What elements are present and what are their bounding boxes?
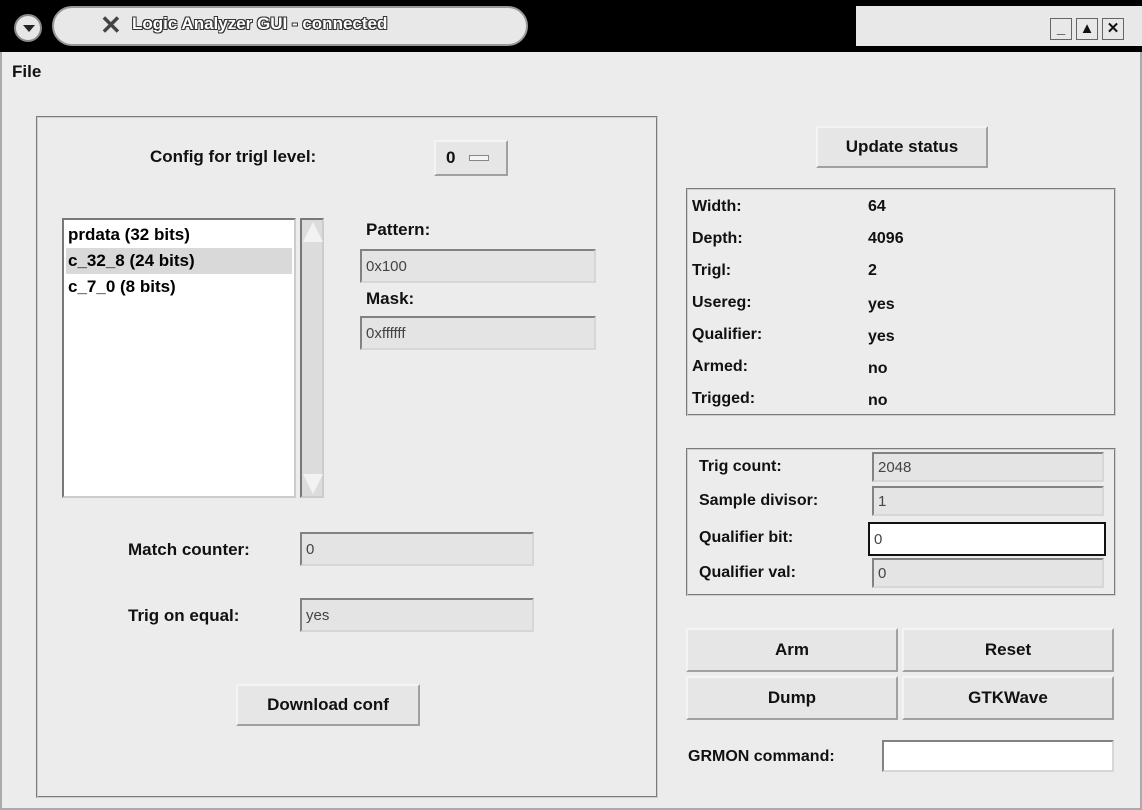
qualifier-val-input[interactable] (872, 558, 1104, 588)
x-logo-icon: ✕ (100, 10, 122, 40)
close-icon[interactable]: ✕ (1102, 18, 1124, 40)
match-counter-label: Match counter: (128, 540, 250, 559)
status-label-width: Width: (692, 198, 742, 215)
window-menu-button[interactable] (14, 14, 42, 42)
main-window: File Config for trigl level: 0 prdata (3… (0, 52, 1142, 810)
status-label-depth: Depth: (692, 230, 743, 247)
maximize-icon[interactable]: ▲ (1076, 18, 1098, 40)
listbox-scrollbar[interactable] (300, 218, 324, 498)
sample-divisor-label: Sample divisor: (699, 492, 819, 509)
scroll-down-icon[interactable] (303, 474, 323, 494)
status-value-qualifier: yes (868, 328, 895, 345)
title-right-strip (856, 6, 1142, 46)
status-label-qualifier: Qualifier: (692, 326, 763, 343)
status-label-usereg: Usereg: (692, 294, 752, 311)
download-conf-button[interactable]: Download conf (236, 684, 420, 726)
update-status-button[interactable]: Update status (816, 126, 988, 168)
trig-on-equal-label: Trig on equal: (128, 606, 240, 625)
status-value-trigl: 2 (868, 262, 877, 279)
title-bar: ✕ Logic Analyzer GUI - connected _ ▲ ✕ (0, 0, 1142, 52)
mask-input[interactable] (360, 316, 596, 350)
list-item[interactable]: prdata (32 bits) (66, 222, 292, 248)
grmon-command-input[interactable] (882, 740, 1114, 772)
trig-count-input[interactable] (872, 452, 1104, 482)
match-counter-input[interactable] (300, 532, 534, 566)
list-item[interactable]: c_7_0 (8 bits) (66, 274, 292, 300)
window-title: Logic Analyzer GUI - connected (132, 14, 388, 33)
minimize-icon[interactable]: _ (1050, 18, 1072, 40)
option-indicator-icon (469, 155, 490, 161)
file-menu[interactable]: File (12, 62, 41, 82)
status-value-trigged: no (868, 392, 888, 409)
status-label-armed: Armed: (692, 358, 749, 375)
status-label-trigl: Trigl: (692, 262, 732, 279)
pattern-label: Pattern: (366, 220, 431, 239)
pattern-input[interactable] (360, 249, 596, 283)
status-label-trigged: Trigged: (692, 390, 756, 407)
trig-on-equal-input[interactable] (300, 598, 534, 632)
trig-count-label: Trig count: (699, 458, 782, 475)
signal-listbox[interactable]: prdata (32 bits) c_32_8 (24 bits) c_7_0 … (62, 218, 296, 498)
qualifier-bit-label: Qualifier bit: (699, 529, 794, 546)
qualifier-bit-input[interactable] (868, 522, 1106, 556)
mask-label: Mask: (366, 289, 415, 308)
trig-level-value: 0 (446, 148, 456, 167)
status-value-depth: 4096 (868, 230, 904, 247)
dump-button[interactable]: Dump (686, 676, 898, 720)
scroll-up-icon[interactable] (303, 222, 323, 242)
qualifier-val-label: Qualifier val: (699, 564, 796, 581)
gtkwave-button[interactable]: GTKWave (902, 676, 1114, 720)
sample-divisor-input[interactable] (872, 486, 1104, 516)
trig-level-menubutton[interactable]: 0 (434, 140, 508, 176)
reset-button[interactable]: Reset (902, 628, 1114, 672)
status-value-armed: no (868, 360, 888, 377)
grmon-command-label: GRMON command: (688, 748, 835, 765)
status-value-width: 64 (868, 198, 886, 215)
arm-button[interactable]: Arm (686, 628, 898, 672)
list-item-selected[interactable]: c_32_8 (24 bits) (66, 248, 292, 274)
status-value-usereg: yes (868, 296, 895, 313)
trig-level-label: Config for trigl level: (150, 147, 317, 166)
